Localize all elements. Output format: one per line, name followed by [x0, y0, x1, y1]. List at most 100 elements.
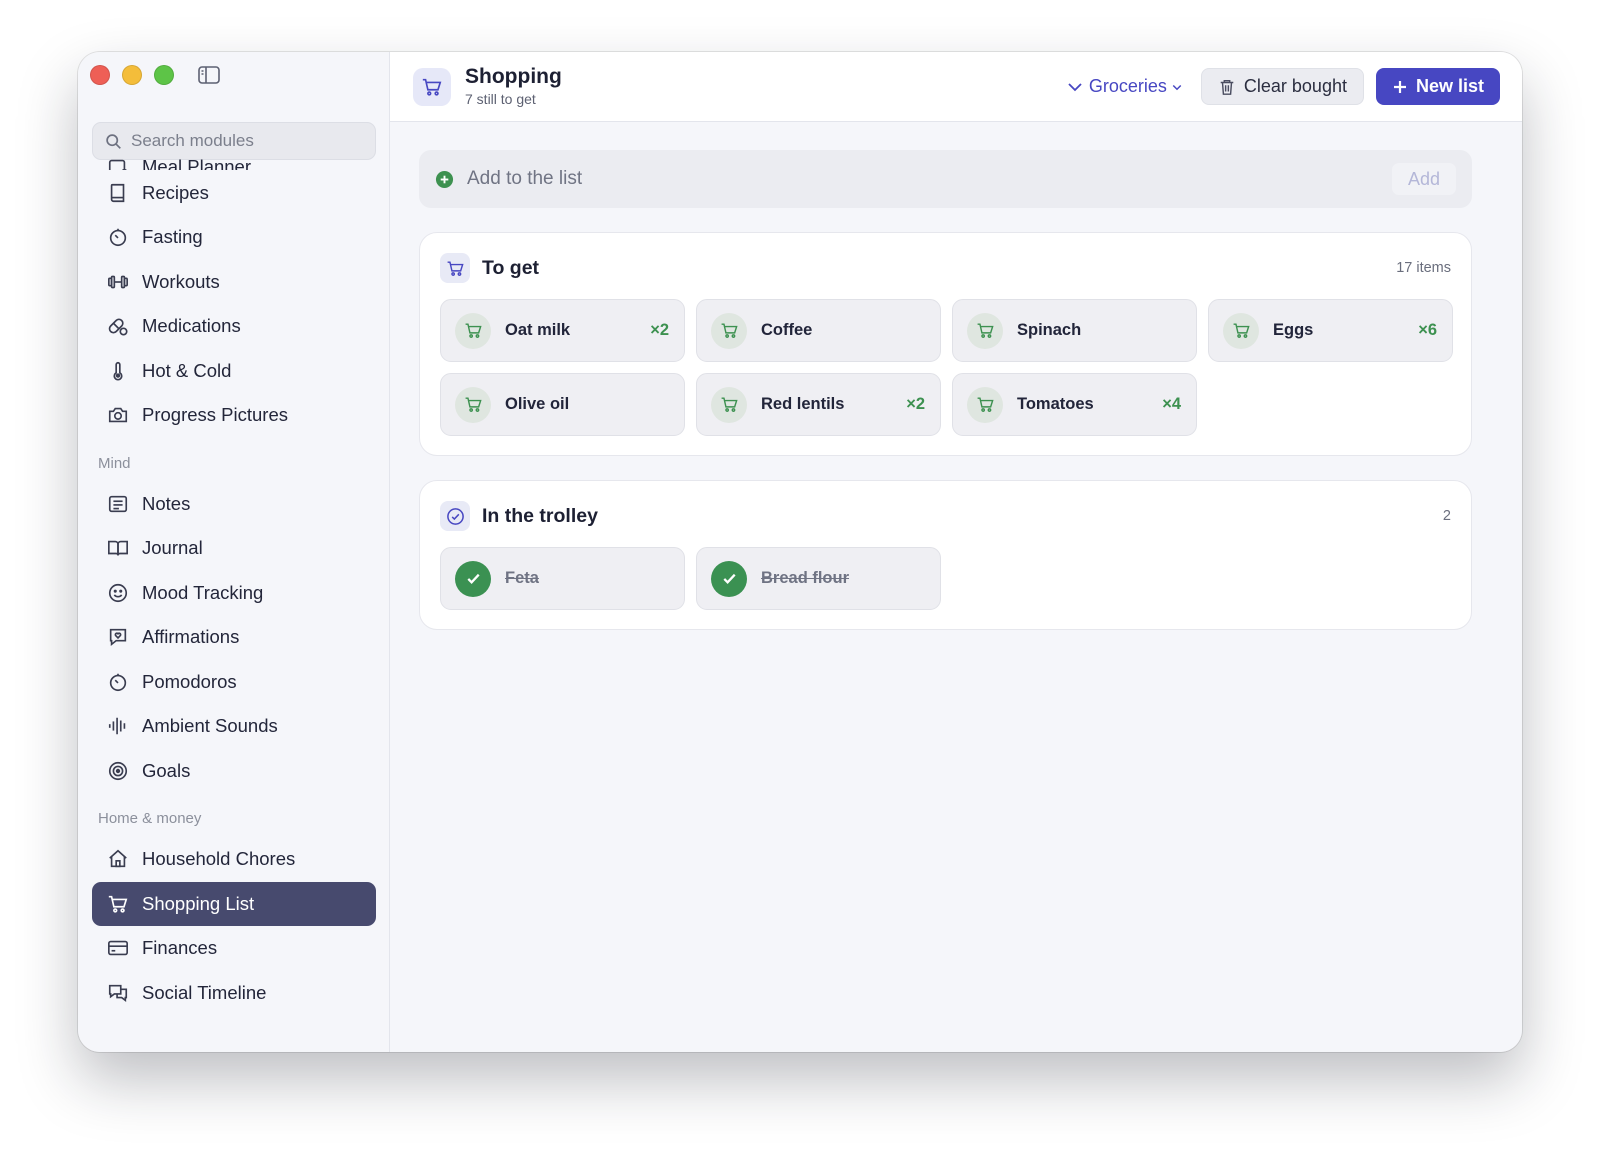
item-cart-badge[interactable]	[967, 386, 1003, 423]
in-trolley-card: In the trolley 2 Feta Bread flour	[419, 480, 1472, 630]
item-cart-badge[interactable]	[455, 312, 491, 349]
minimize-window-button[interactable]	[122, 65, 142, 85]
list-item[interactable]: Bread flour	[696, 547, 941, 610]
item-check-badge[interactable]	[455, 560, 491, 597]
open-book-icon	[108, 540, 128, 556]
add-item-bar: Add	[419, 150, 1472, 208]
pill-icon	[108, 318, 128, 336]
message-heart-icon	[109, 628, 127, 647]
item-name: Feta	[505, 569, 539, 587]
item-cart-badge[interactable]	[967, 312, 1003, 349]
sidebar-item-shopping-list[interactable]: Shopping List	[92, 881, 376, 926]
window-controls	[90, 65, 186, 85]
item-name: Eggs	[1273, 321, 1314, 339]
sidebar-item-fasting[interactable]: Fasting	[92, 215, 376, 259]
sidebar-item-social-timeline[interactable]: Social Timeline	[92, 971, 376, 1015]
audio-wave-icon	[108, 717, 126, 735]
check-icon	[722, 573, 736, 584]
item-name: Red lentils	[761, 395, 845, 413]
trash-icon	[1220, 79, 1234, 95]
cart-icon	[977, 397, 994, 412]
notes-icon	[108, 495, 128, 512]
item-quantity: ×4	[1162, 395, 1181, 413]
cart-icon	[108, 895, 128, 913]
clear-bought-button[interactable]: Clear bought	[1200, 68, 1364, 105]
add-item-button[interactable]: Add	[1392, 163, 1456, 195]
sidebar-item-hot-cold[interactable]: Hot & Cold	[92, 349, 376, 393]
header: Shopping 7 still to get Groceries Clear …	[390, 52, 1522, 122]
cart-icon	[1233, 323, 1250, 338]
sidebar-item-notes[interactable]: Notes	[92, 482, 376, 526]
app-window: Meal Planner Recipes Fasting Workouts Me…	[78, 52, 1522, 1052]
list-item[interactable]: Oat milk ×2	[440, 299, 685, 362]
zoom-window-button[interactable]	[154, 65, 174, 85]
item-cart-badge[interactable]	[1223, 312, 1259, 349]
chat-bubbles-icon	[108, 984, 128, 1002]
list-item[interactable]: Olive oil	[440, 373, 685, 436]
item-name: Coffee	[761, 321, 813, 339]
camera-icon	[108, 407, 128, 423]
sidebar-item-progress-pictures[interactable]: Progress Pictures	[92, 393, 376, 437]
dumbbell-icon	[108, 275, 128, 288]
target-icon	[108, 761, 128, 780]
sidebar-item-finances[interactable]: Finances	[92, 926, 376, 970]
timer-icon	[109, 228, 127, 247]
header-actions: Groceries Clear bought New list	[1067, 68, 1500, 105]
list-item[interactable]: Red lentils ×2	[696, 373, 941, 436]
to-get-grid: Oat milk ×2 Coffee Spinach Eggs ×6 Olive…	[440, 299, 1453, 436]
cart-icon	[721, 323, 738, 338]
new-list-button[interactable]: New list	[1375, 68, 1500, 105]
item-name: Spinach	[1017, 321, 1082, 339]
section-label-mind: Mind	[98, 454, 131, 472]
list-select-dropdown[interactable]: Groceries	[1067, 76, 1183, 97]
item-cart-badge[interactable]	[711, 386, 747, 423]
in-trolley-grid: Feta Bread flour	[440, 547, 1453, 610]
in-trolley-icon-wrap	[440, 501, 470, 531]
sidebar-item-pomodoros[interactable]: Pomodoros	[92, 660, 376, 704]
page-subtitle: 7 still to get	[465, 90, 536, 107]
in-trolley-count: 2	[1442, 508, 1451, 524]
item-name: Olive oil	[505, 395, 570, 413]
sidebar-item-workouts[interactable]: Workouts	[92, 260, 376, 304]
cart-icon	[465, 323, 482, 338]
sidebar-item-recipes[interactable]: Recipes	[92, 171, 376, 215]
header-text: Shopping 7 still to get	[465, 65, 562, 109]
item-cart-badge[interactable]	[711, 312, 747, 349]
cart-icon	[422, 78, 442, 96]
sidebar-item-affirmations[interactable]: Affirmations	[92, 615, 376, 659]
book-icon	[110, 183, 125, 202]
list-item[interactable]: Tomatoes ×4	[952, 373, 1197, 436]
sidebar-item-goals[interactable]: Goals	[92, 749, 376, 793]
credit-card-icon	[108, 940, 128, 956]
plus-icon	[1393, 80, 1406, 93]
header-icon	[413, 67, 451, 106]
sidebar-item-journal[interactable]: Journal	[92, 526, 376, 570]
item-name: Bread flour	[761, 569, 850, 587]
sidebar-item-meal-planner[interactable]: Meal Planner	[92, 148, 376, 170]
list-item[interactable]: Feta	[440, 547, 685, 610]
close-window-button[interactable]	[90, 65, 110, 85]
sidebar-item-medications[interactable]: Medications	[92, 304, 376, 348]
section-label-home-money: Home & money	[98, 810, 202, 827]
new-list-label: New list	[1415, 76, 1484, 96]
cart-icon	[447, 260, 464, 276]
item-name: Tomatoes	[1017, 395, 1094, 413]
list-item[interactable]: Eggs ×6	[1208, 299, 1453, 362]
sidebar-item-household-chores[interactable]: Household Chores	[92, 837, 376, 881]
to-get-icon-wrap	[440, 253, 470, 283]
sidebar-item-mood-tracking[interactable]: Mood Tracking	[92, 571, 376, 615]
thermometer-icon	[113, 361, 123, 380]
clear-bought-label: Clear bought	[1243, 76, 1347, 96]
item-quantity: ×2	[906, 395, 925, 413]
house-icon	[109, 849, 127, 868]
in-trolley-title: In the trolley	[482, 504, 598, 527]
sidebar-toggle-icon[interactable]	[198, 66, 220, 84]
item-quantity: ×6	[1418, 321, 1437, 339]
add-item-input[interactable]	[467, 168, 1367, 190]
chevron-down-icon	[1068, 82, 1082, 91]
list-item[interactable]: Spinach	[952, 299, 1197, 362]
list-item[interactable]: Coffee	[696, 299, 941, 362]
sidebar-item-ambient-sounds[interactable]: Ambient Sounds	[92, 704, 376, 748]
item-check-badge[interactable]	[711, 560, 747, 597]
item-cart-badge[interactable]	[455, 386, 491, 423]
